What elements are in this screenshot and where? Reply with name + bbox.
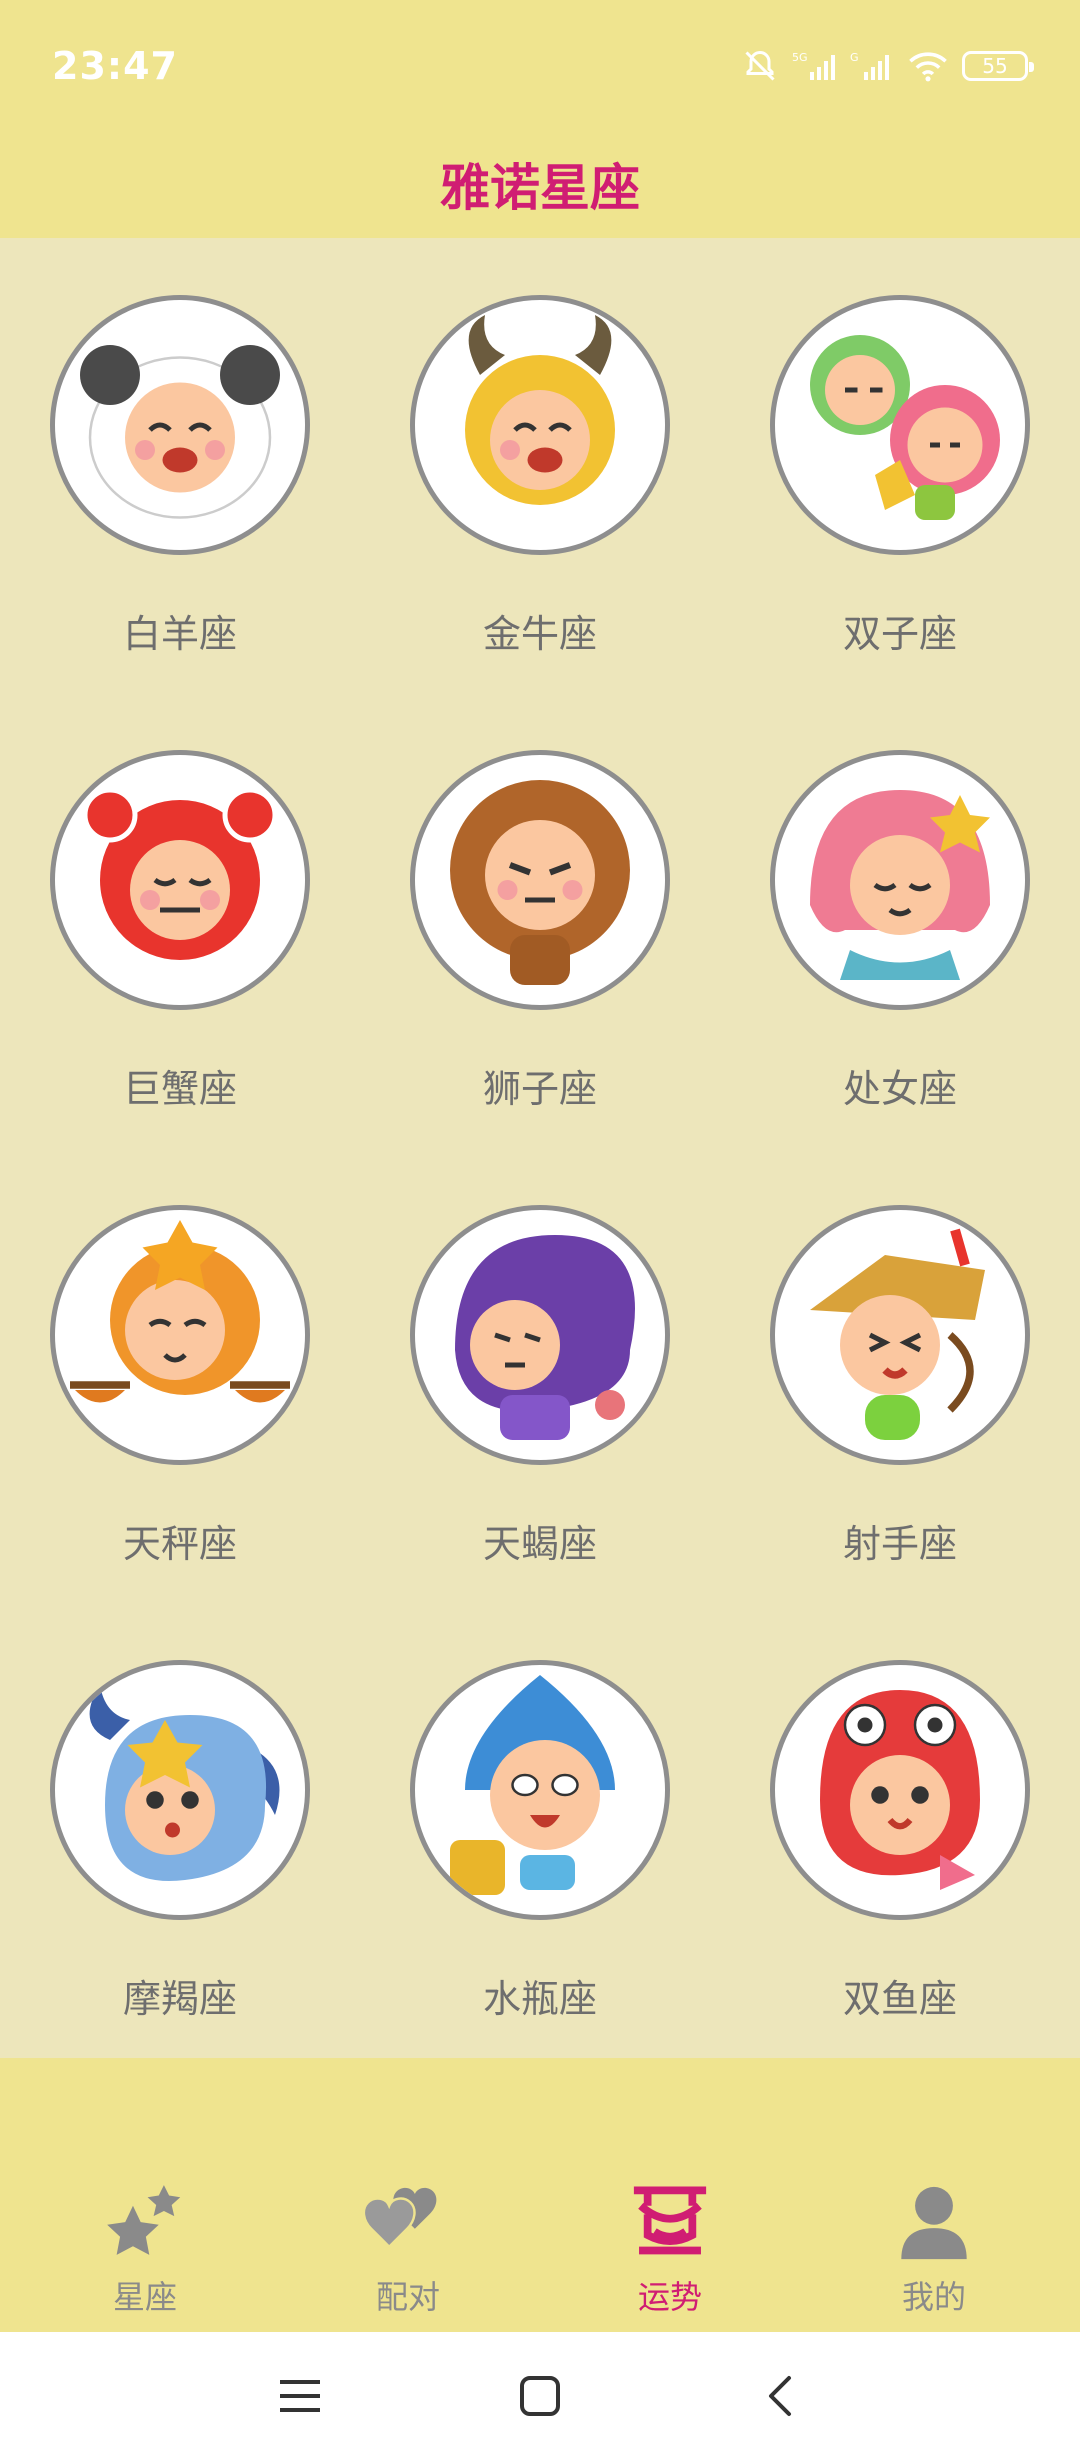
nav-item-fortune[interactable]: 运势 <box>570 2178 770 2318</box>
sign-name: 天秤座 <box>122 1522 237 1566</box>
sign-name: 天蝎座 <box>482 1522 597 1566</box>
nav-label: 配对 <box>375 2278 440 2316</box>
nav-item-profile[interactable]: 我的 <box>834 2178 1034 2318</box>
sign-name: 金牛座 <box>482 612 597 656</box>
scorpio-character-icon[interactable] <box>410 1205 670 1465</box>
nav-label: 星座 <box>112 2278 177 2316</box>
sign-card-sagittarius[interactable]: 射手座 <box>720 1148 1080 1603</box>
libra-character-icon[interactable] <box>50 1205 310 1465</box>
aquarius-character-icon[interactable] <box>410 1660 670 1920</box>
sign-card-taurus[interactable]: 金牛座 <box>360 238 720 693</box>
status-bar: 23:47 5G G 55 <box>0 0 1080 130</box>
sign-card-gemini[interactable]: 双子座 <box>720 238 1080 693</box>
sign-name: 水瓶座 <box>482 1977 597 2021</box>
sign-card-aries[interactable]: 白羊座 <box>0 238 360 693</box>
nav-item-match[interactable]: 配对 <box>308 2178 508 2318</box>
sign-card-capricorn[interactable]: 摩羯座 <box>0 1603 360 2058</box>
sign-name: 处女座 <box>842 1067 957 1111</box>
signal-5g-icon: 5G <box>792 50 836 82</box>
sign-name: 摩羯座 <box>122 1977 237 2021</box>
nav-item-constellation[interactable]: 星座 <box>45 2178 245 2318</box>
leo-character-icon[interactable] <box>410 750 670 1010</box>
sign-card-libra[interactable]: 天秤座 <box>0 1148 360 1603</box>
sagittarius-character-icon[interactable] <box>770 1205 1030 1465</box>
virgo-character-icon[interactable] <box>770 750 1030 1010</box>
sign-name: 狮子座 <box>482 1067 597 1111</box>
zodiac-grid: 白羊座 金牛座 双子座 巨蟹座 狮子座 处女座 天秤座 天蝎座 射手座 摩羯座 … <box>0 238 1080 2058</box>
status-time: 23:47 <box>52 44 178 88</box>
app-header: 雅诺星座 <box>0 130 1080 238</box>
sign-card-leo[interactable]: 狮子座 <box>360 693 720 1148</box>
stars-icon <box>100 2178 190 2268</box>
sign-name: 双子座 <box>842 612 957 656</box>
bottom-nav: 星座 配对 运势 我的 <box>0 2058 1080 2332</box>
signal-g-icon: G <box>850 50 894 82</box>
sign-name: 白羊座 <box>122 612 237 656</box>
wifi-icon <box>908 50 948 82</box>
sign-card-virgo[interactable]: 处女座 <box>720 693 1080 1148</box>
gemini-character-icon[interactable] <box>770 295 1030 555</box>
user-icon <box>889 2178 979 2268</box>
home-icon[interactable] <box>510 2366 570 2426</box>
svg-text:G: G <box>850 51 859 64</box>
aries-character-icon[interactable] <box>50 295 310 555</box>
nav-label: 运势 <box>637 2278 702 2316</box>
sign-card-scorpio[interactable]: 天蝎座 <box>360 1148 720 1603</box>
taurus-character-icon[interactable] <box>410 295 670 555</box>
svg-text:5G: 5G <box>792 51 808 64</box>
sign-card-aquarius[interactable]: 水瓶座 <box>360 1603 720 2058</box>
capricorn-character-icon[interactable] <box>50 1660 310 1920</box>
fortune-icon <box>625 2178 715 2268</box>
page-title: 雅诺星座 <box>440 159 640 217</box>
system-nav-bar <box>0 2332 1080 2460</box>
nav-label: 我的 <box>901 2278 966 2316</box>
cancer-character-icon[interactable] <box>50 750 310 1010</box>
sign-card-pisces[interactable]: 双鱼座 <box>720 1603 1080 2058</box>
pisces-character-icon[interactable] <box>770 1660 1030 1920</box>
sign-card-cancer[interactable]: 巨蟹座 <box>0 693 360 1148</box>
battery-icon: 55 <box>962 51 1034 81</box>
sign-name: 双鱼座 <box>842 1977 957 2021</box>
mute-bell-icon <box>742 48 778 84</box>
status-icons: 5G G 55 <box>742 44 1034 88</box>
sign-name: 射手座 <box>842 1522 957 1566</box>
back-icon[interactable] <box>750 2366 810 2426</box>
hearts-icon <box>363 2178 453 2268</box>
menu-icon[interactable] <box>270 2366 330 2426</box>
sign-name: 巨蟹座 <box>122 1067 237 1111</box>
